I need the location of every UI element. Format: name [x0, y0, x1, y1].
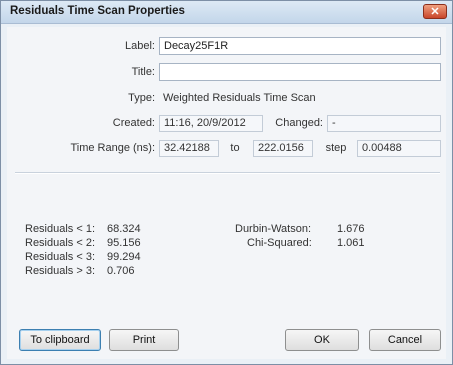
residuals-lt1-label: Residuals < 1:	[25, 223, 96, 235]
ok-label: OK	[314, 334, 330, 346]
cancel-label: Cancel	[387, 334, 423, 346]
dialog-title: Residuals Time Scan Properties	[10, 5, 185, 17]
dialog-body: Label: Decay25F1R Title: Type: Weighted …	[7, 27, 446, 359]
residuals-gt3-value: 0.706	[107, 265, 135, 277]
step-caption: step	[325, 142, 347, 154]
residuals-lt2-value: 95.156	[107, 237, 141, 249]
chi-squared-label: Chi-Squared:	[247, 237, 312, 249]
durbin-watson-value: 1.676	[337, 223, 365, 235]
properties-dialog: Residuals Time Scan Properties ✕ Label: …	[0, 0, 453, 365]
durbin-watson-label: Durbin-Watson:	[235, 223, 312, 235]
residuals-lt1-value: 68.324	[107, 223, 141, 235]
print-button[interactable]: Print	[109, 329, 179, 351]
time-range-caption: Time Range (ns):	[70, 142, 155, 154]
to-caption: to	[230, 142, 240, 154]
chi-squared-value: 1.061	[337, 237, 365, 249]
ok-button[interactable]: OK	[285, 329, 359, 351]
residuals-lt2-label: Residuals < 2:	[25, 237, 96, 249]
label-caption: Label:	[125, 40, 155, 52]
changed-value: -	[327, 115, 441, 132]
time-range-from: 32.42188	[159, 140, 219, 157]
step-value: 0.00488	[357, 140, 441, 157]
changed-caption: Changed:	[275, 117, 323, 129]
created-caption: Created:	[112, 117, 155, 129]
close-button[interactable]: ✕	[423, 4, 447, 19]
print-label: Print	[132, 334, 156, 346]
title-bar[interactable]: Residuals Time Scan Properties ✕	[1, 1, 452, 24]
type-caption: Type:	[128, 92, 155, 104]
created-value: 11:16, 20/9/2012	[159, 115, 263, 132]
label-input[interactable]: Decay25F1R	[159, 37, 441, 55]
to-clipboard-button[interactable]: To clipboard	[19, 329, 101, 351]
to-clipboard-label: To clipboard	[30, 334, 90, 346]
close-icon: ✕	[430, 6, 440, 18]
cancel-button[interactable]: Cancel	[369, 329, 441, 351]
title-caption: Title:	[131, 66, 155, 78]
time-range-to: 222.0156	[253, 140, 313, 157]
residuals-lt3-value: 99.294	[107, 251, 141, 263]
title-input[interactable]	[159, 63, 441, 81]
residuals-lt3-label: Residuals < 3:	[25, 251, 96, 263]
type-value: Weighted Residuals Time Scan	[163, 92, 316, 104]
separator	[15, 172, 440, 174]
residuals-gt3-label: Residuals > 3:	[25, 265, 96, 277]
